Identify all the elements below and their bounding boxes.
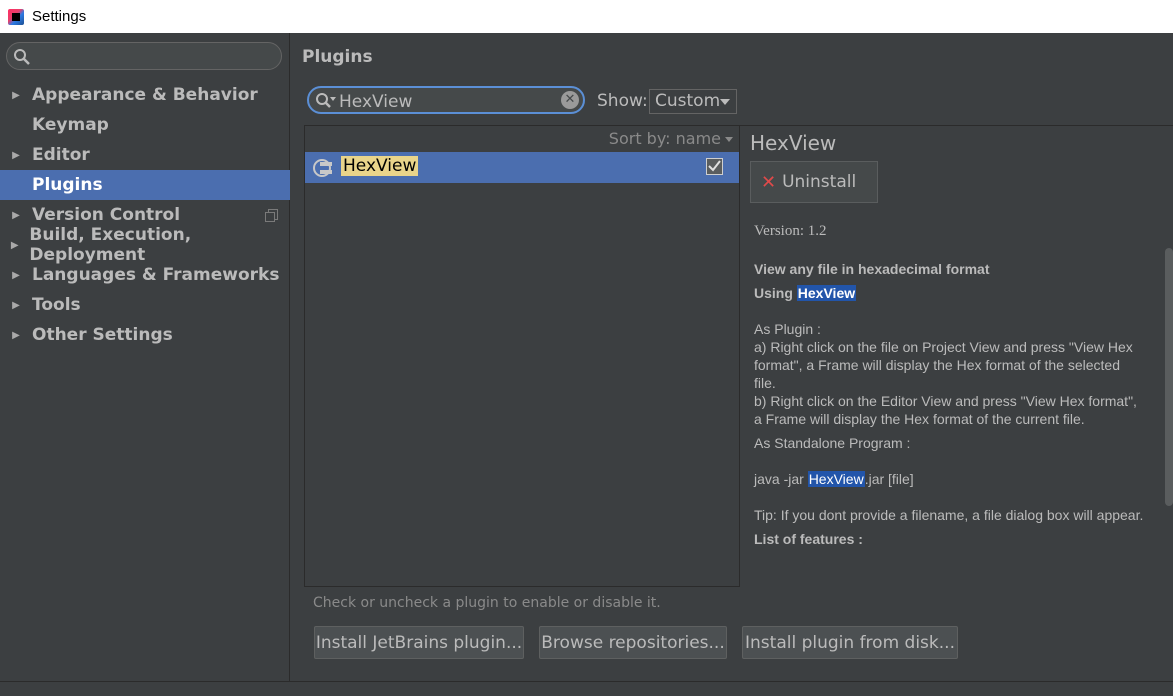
nav-item-label: Languages & Frameworks bbox=[32, 265, 280, 285]
nav-item-editor[interactable]: ▶ Editor bbox=[0, 140, 290, 170]
nav-item-label: Editor bbox=[32, 145, 90, 165]
nav-item-label: Other Settings bbox=[32, 325, 173, 345]
list-item[interactable]: HexView bbox=[305, 152, 739, 183]
uninstall-button[interactable]: ✕ Uninstall bbox=[750, 161, 878, 203]
nav-item-plugins[interactable]: Plugins bbox=[0, 170, 290, 200]
nav-item-label: Tools bbox=[32, 295, 81, 315]
show-label: Show: bbox=[597, 91, 648, 111]
details-scrollbar[interactable] bbox=[1165, 248, 1173, 506]
description-text: b) Right click on the Editor View and pr… bbox=[754, 393, 1137, 427]
expand-arrow-icon[interactable]: ▶ bbox=[0, 150, 32, 161]
expand-arrow-icon[interactable]: ▶ bbox=[0, 330, 32, 341]
nav-item-label: Keymap bbox=[32, 115, 109, 135]
search-icon bbox=[14, 49, 30, 65]
install-plugin-from-disk-button[interactable]: Install plugin from disk... bbox=[742, 626, 958, 659]
plugin-hint: Check or uncheck a plugin to enable or d… bbox=[313, 595, 661, 611]
description-text: As Plugin : bbox=[754, 321, 821, 337]
nav-item-label: Version Control bbox=[32, 205, 181, 225]
show-filter-value: Custom bbox=[655, 91, 721, 111]
description-text: a) Right click on the file on Project Vi… bbox=[754, 339, 1133, 391]
description-subheading: Using HexView bbox=[754, 285, 857, 301]
nav-item-label: Plugins bbox=[32, 175, 103, 195]
plugin-details: HexView ✕ Uninstall Version: 1.2 View an… bbox=[740, 125, 1173, 587]
nav-item-keymap[interactable]: Keymap bbox=[0, 110, 290, 140]
window-title: Settings bbox=[32, 8, 87, 25]
nav-item-tools[interactable]: ▶ Tools bbox=[0, 290, 290, 320]
nav-item-label: Build, Execution, Deployment bbox=[29, 225, 192, 265]
plugin-icon bbox=[313, 159, 332, 177]
chevron-down-icon bbox=[720, 99, 730, 105]
nav-item-appearance-behavior[interactable]: ▶ Appearance & Behavior bbox=[0, 80, 290, 110]
plugin-version: Version: 1.2 bbox=[754, 223, 827, 239]
expand-arrow-icon[interactable]: ▶ bbox=[0, 210, 32, 221]
plugin-search-input[interactable]: HexView ✕ bbox=[307, 86, 585, 114]
nav-item-languages-frameworks[interactable]: ▶ Languages & Frameworks bbox=[0, 260, 290, 290]
browse-repositories-button[interactable]: Browse repositories... bbox=[539, 626, 727, 659]
settings-search-input[interactable] bbox=[6, 42, 282, 70]
project-level-icon bbox=[265, 209, 278, 222]
description-heading: View any file in hexadecimal format bbox=[754, 261, 990, 277]
expand-arrow-icon[interactable]: ▶ bbox=[0, 90, 32, 101]
title-bar: Settings bbox=[0, 0, 1173, 33]
sort-by-label: Sort by: name bbox=[608, 129, 721, 148]
settings-sidebar: ▶ Appearance & Behavior Keymap ▶ Editor … bbox=[0, 33, 290, 681]
plugin-list: Sort by: name HexView bbox=[304, 125, 740, 587]
nav-item-label: Appearance & Behavior bbox=[32, 85, 258, 105]
plugin-name: HexView bbox=[341, 156, 419, 176]
expand-arrow-icon[interactable]: ▶ bbox=[0, 300, 32, 311]
chevron-down-icon bbox=[725, 137, 733, 142]
checkmark-icon bbox=[708, 160, 721, 172]
expand-arrow-icon[interactable]: ▶ bbox=[0, 240, 29, 251]
plugins-panel: Plugins HexView ✕ Show: Custom Sort by: … bbox=[291, 33, 1173, 681]
bottom-bar bbox=[0, 681, 1173, 696]
expand-arrow-icon[interactable]: ▶ bbox=[0, 270, 32, 281]
settings-nav-tree: ▶ Appearance & Behavior Keymap ▶ Editor … bbox=[0, 80, 290, 350]
sort-by-dropdown[interactable]: Sort by: name bbox=[609, 129, 733, 148]
install-jetbrains-plugin-button[interactable]: Install JetBrains plugin... bbox=[314, 626, 524, 659]
clear-search-icon[interactable]: ✕ bbox=[561, 91, 579, 109]
plugin-description: Version: 1.2 View any file in hexadecima… bbox=[754, 222, 1144, 548]
description-command: java -jar HexView.jar [file] bbox=[754, 471, 914, 487]
nav-item-build-execution-deployment[interactable]: ▶ Build, Execution, Deployment bbox=[0, 225, 290, 265]
nav-item-other-settings[interactable]: ▶ Other Settings bbox=[0, 320, 290, 350]
show-filter-select[interactable]: Custom bbox=[649, 89, 737, 114]
intellij-app-icon bbox=[8, 8, 24, 25]
description-text: Tip: If you dont provide a filename, a f… bbox=[754, 507, 1144, 523]
uninstall-label: Uninstall bbox=[782, 172, 857, 192]
plugin-enabled-checkbox[interactable] bbox=[706, 158, 723, 175]
close-icon: ✕ bbox=[761, 171, 777, 193]
search-highlight: HexView bbox=[796, 285, 857, 301]
page-title: Plugins bbox=[302, 47, 373, 67]
search-dropdown-icon[interactable] bbox=[315, 92, 337, 110]
description-heading: List of features : bbox=[754, 531, 863, 547]
plugin-details-title: HexView bbox=[750, 131, 837, 155]
plugin-search-value: HexView bbox=[339, 92, 413, 112]
search-highlight: HexView bbox=[807, 471, 865, 487]
description-text: As Standalone Program : bbox=[754, 435, 911, 451]
